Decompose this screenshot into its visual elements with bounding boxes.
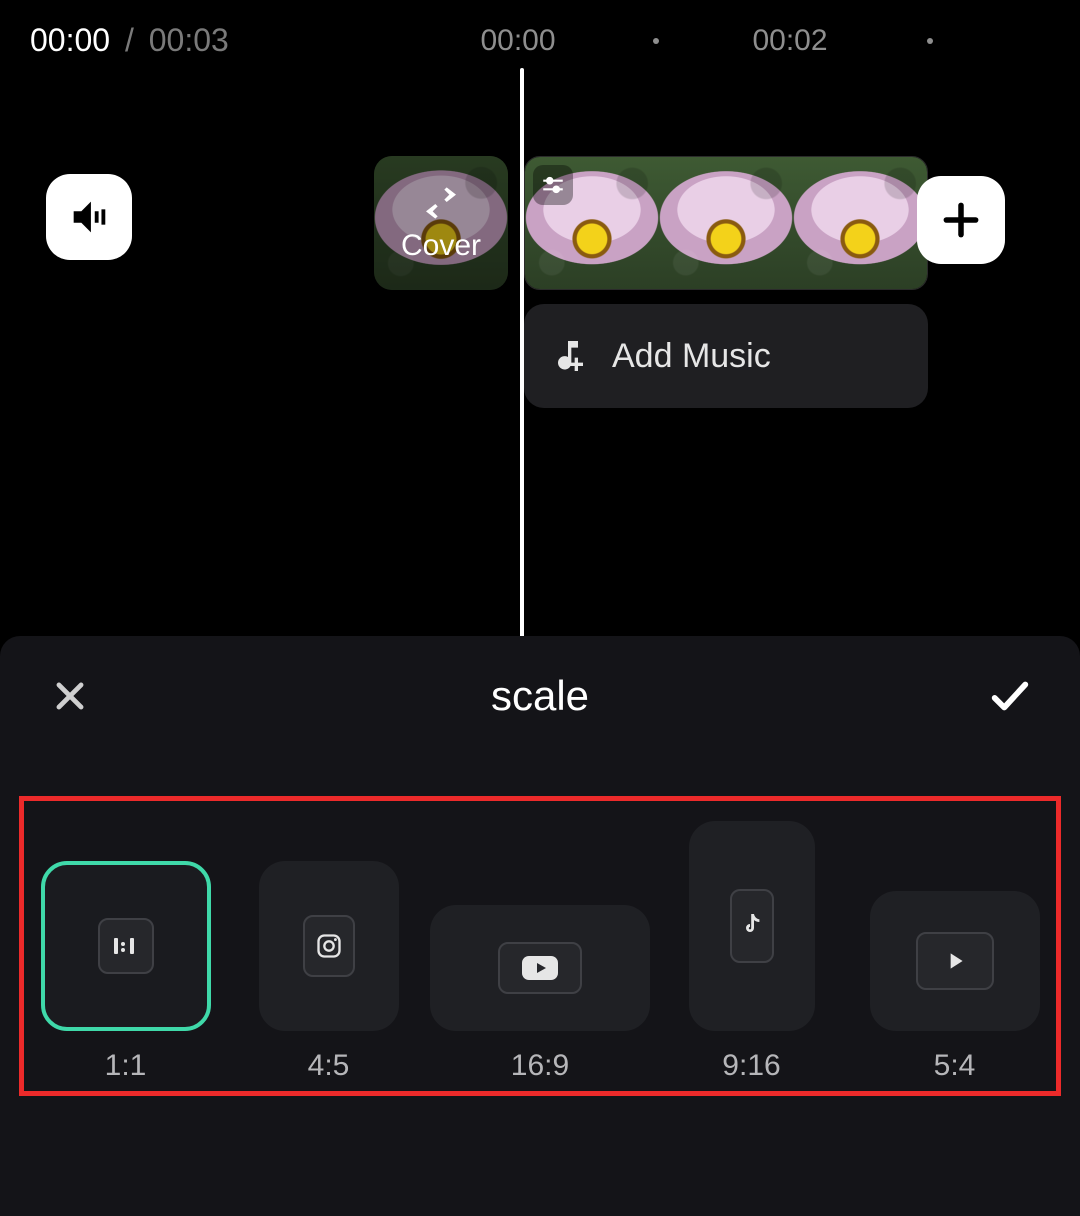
speaker-icon xyxy=(66,194,112,240)
scale-sheet: scale 1:1 4:5 16:9 9:16 5:4 xyxy=(0,636,1080,1216)
sheet-title: scale xyxy=(491,672,589,720)
confirm-button[interactable] xyxy=(986,672,1034,720)
play-icon xyxy=(942,948,968,974)
ratio-inner-frame xyxy=(98,918,154,974)
clip-strip[interactable] xyxy=(524,156,928,290)
ratio-box xyxy=(430,905,650,1031)
ratio-1-1-icon xyxy=(111,936,141,956)
ratio-box xyxy=(689,821,815,1031)
ratio-row-highlight: 1:1 4:5 16:9 9:16 5:4 xyxy=(19,796,1061,1096)
ratio-box xyxy=(41,861,211,1031)
ratio-label: 1:1 xyxy=(105,1049,147,1083)
swap-icon xyxy=(421,183,461,223)
clip-frame xyxy=(659,157,793,289)
tick-label: 00:02 xyxy=(752,24,827,58)
tick-dot xyxy=(927,38,933,44)
time-ticks: 00:00 00:02 xyxy=(0,20,1080,60)
ratio-label: 5:4 xyxy=(934,1049,976,1083)
add-music-label: Add Music xyxy=(612,337,771,376)
ratio-inner-frame xyxy=(303,915,355,977)
clip-adjust-button[interactable] xyxy=(533,165,573,205)
check-icon xyxy=(987,673,1033,719)
add-music-button[interactable]: Add Music xyxy=(524,304,928,408)
ratio-inner-frame xyxy=(498,942,582,994)
ratio-inner-frame xyxy=(730,889,774,963)
ratio-option-1-1[interactable]: 1:1 xyxy=(24,861,227,1083)
music-plus-icon xyxy=(548,336,588,376)
ratio-box xyxy=(259,861,399,1031)
ratio-label: 16:9 xyxy=(511,1049,569,1083)
ratio-option-16-9[interactable]: 16:9 xyxy=(430,905,650,1083)
tiktok-icon xyxy=(740,912,764,940)
cover-button[interactable]: Cover xyxy=(374,156,508,290)
instagram-icon xyxy=(315,932,343,960)
ratio-row: 1:1 4:5 16:9 9:16 5:4 xyxy=(24,809,1056,1083)
ratio-option-5-4[interactable]: 5:4 xyxy=(853,891,1056,1083)
clip-frame xyxy=(793,157,927,289)
add-clip-button[interactable] xyxy=(917,176,1005,264)
tick-dot xyxy=(653,38,659,44)
cover-label: Cover xyxy=(401,229,481,263)
ratio-label: 9:16 xyxy=(722,1049,780,1083)
youtube-icon xyxy=(520,954,560,982)
ratio-label: 4:5 xyxy=(308,1049,350,1083)
sliders-icon xyxy=(540,172,566,198)
mute-button[interactable] xyxy=(46,174,132,260)
close-icon xyxy=(51,677,89,715)
plus-icon xyxy=(939,198,983,242)
ratio-inner-frame xyxy=(916,932,994,990)
ratio-box xyxy=(870,891,1040,1031)
time-row: 00:00 / 00:03 00:0000:02 xyxy=(0,20,1080,60)
tick-label: 00:00 xyxy=(480,24,555,58)
ratio-option-9-16[interactable]: 9:16 xyxy=(650,821,853,1083)
ratio-option-4-5[interactable]: 4:5 xyxy=(227,861,430,1083)
cancel-button[interactable] xyxy=(46,672,94,720)
